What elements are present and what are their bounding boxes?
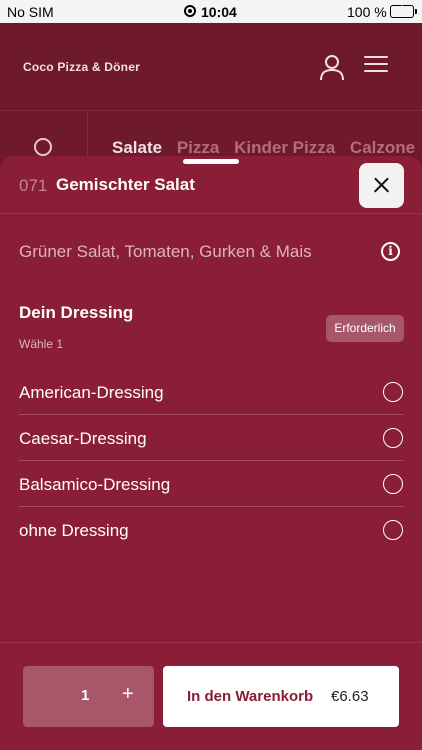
- app-header: Coco Pizza & Döner: [0, 23, 422, 111]
- category-tabs: Salate Pizza Kinder Pizza Calzone: [112, 138, 422, 158]
- option-label: American-Dressing: [19, 383, 164, 402]
- battery-charging-icon: [390, 5, 417, 18]
- option-label: Caesar-Dressing: [19, 429, 147, 448]
- alarm-icon: [184, 5, 196, 17]
- item-header: 071 Gemischter Salat: [0, 156, 422, 214]
- option-caesar-dressing[interactable]: Caesar-Dressing: [19, 415, 404, 461]
- option-american-dressing[interactable]: American-Dressing: [19, 369, 404, 415]
- radio-button[interactable]: [383, 474, 403, 494]
- quantity-value: 1: [81, 687, 90, 704]
- radio-button[interactable]: [383, 382, 403, 402]
- option-label: Balsamico-Dressing: [19, 475, 171, 494]
- item-description: Grüner Salat, Tomaten, Gurken & Mais: [19, 242, 312, 261]
- option-group-subtitle: Wähle 1: [19, 337, 64, 351]
- add-to-cart-button[interactable]: In den Warenkorb €6.63: [163, 666, 399, 727]
- option-group-title: Dein Dressing: [19, 303, 134, 322]
- add-to-cart-label: In den Warenkorb: [187, 688, 314, 705]
- option-balsamico-dressing[interactable]: Balsamico-Dressing: [19, 461, 404, 507]
- info-icon[interactable]: i: [381, 242, 400, 261]
- category-bar: Salate Pizza Kinder Pizza Calzone: [0, 112, 422, 160]
- option-ohne-dressing[interactable]: ohne Dressing: [19, 507, 404, 553]
- radio-button[interactable]: [383, 520, 403, 540]
- increase-quantity-button[interactable]: +: [122, 683, 134, 706]
- item-number: 071: [19, 176, 48, 195]
- option-label: ohne Dressing: [19, 521, 129, 540]
- hamburger-menu-icon[interactable]: [364, 56, 388, 78]
- tab-calzone[interactable]: Calzone: [350, 138, 415, 158]
- dressing-options: American-Dressing Caesar-Dressing Balsam…: [19, 369, 404, 553]
- clock-time: 10:04: [201, 4, 237, 20]
- required-badge: Erforderlich: [326, 315, 404, 342]
- category-search-button[interactable]: [0, 112, 88, 160]
- item-price: €6.63: [331, 688, 369, 705]
- battery-percentage: 100 %: [347, 4, 387, 20]
- quantity-stepper: 1 +: [23, 666, 154, 727]
- order-footer: 1 + In den Warenkorb €6.63: [0, 642, 422, 750]
- radio-button[interactable]: [383, 428, 403, 448]
- close-icon[interactable]: [359, 163, 404, 208]
- item-name: Gemischter Salat: [56, 175, 195, 194]
- carrier-label: No SIM: [7, 4, 54, 20]
- tab-pizza[interactable]: Pizza: [177, 138, 220, 158]
- restaurant-name: Coco Pizza & Döner: [23, 60, 140, 74]
- status-bar: No SIM 10:04 100 %: [0, 0, 422, 23]
- tab-salate[interactable]: Salate: [112, 138, 162, 158]
- search-icon: [34, 138, 52, 156]
- item-detail-sheet: 071 Gemischter Salat Grüner Salat, Tomat…: [0, 156, 422, 750]
- user-icon[interactable]: [318, 53, 346, 81]
- tab-kinder-pizza[interactable]: Kinder Pizza: [234, 138, 335, 158]
